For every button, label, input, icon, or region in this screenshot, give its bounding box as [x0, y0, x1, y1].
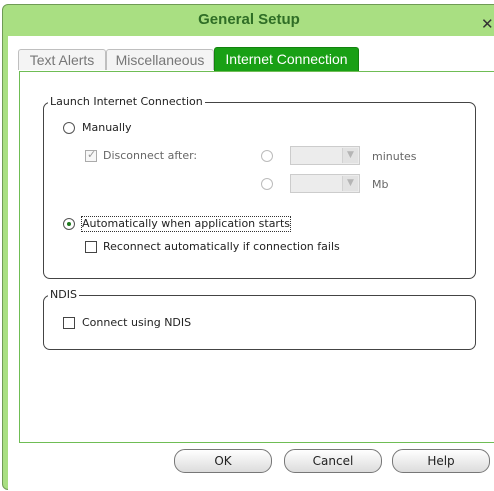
close-icon[interactable]: ✕ — [481, 14, 494, 34]
manually-radio[interactable] — [63, 122, 75, 134]
minutes-dropdown[interactable]: ▼ — [290, 146, 360, 165]
launch-connection-group: Launch Internet Connection Manually Disc… — [43, 95, 476, 279]
mb-radio[interactable] — [261, 178, 273, 190]
connect-ndis-label: Connect using NDIS — [82, 316, 192, 329]
mb-unit-label: Mb — [372, 178, 389, 191]
tab-text-alerts[interactable]: Text Alerts — [18, 49, 106, 70]
manually-label: Manually — [82, 121, 132, 134]
automatically-radio[interactable] — [63, 218, 75, 230]
launch-group-legend: Launch Internet Connection — [48, 95, 205, 109]
dialog-window: General Setup ✕ Text Alerts Miscellaneou… — [2, 4, 494, 491]
tab-panel: Launch Internet Connection Manually Disc… — [19, 71, 494, 443]
chevron-down-icon: ▼ — [342, 176, 358, 191]
ndis-group-legend: NDIS — [48, 288, 79, 302]
mb-dropdown[interactable]: ▼ — [290, 174, 360, 193]
dialog-title: General Setup — [198, 11, 300, 28]
tab-miscellaneous[interactable]: Miscellaneous — [106, 49, 214, 70]
disconnect-after-checkbox[interactable] — [85, 148, 97, 162]
disconnect-after-label: Disconnect after: — [103, 149, 198, 162]
automatically-label: Automatically when application starts — [80, 216, 292, 232]
dialog-body: Text Alerts Miscellaneous Internet Conne… — [8, 36, 494, 491]
minutes-radio[interactable] — [261, 150, 273, 162]
reconnect-label: Reconnect automatically if connection fa… — [103, 240, 340, 253]
cancel-button[interactable]: Cancel — [284, 449, 382, 473]
reconnect-checkbox[interactable] — [85, 241, 97, 253]
ndis-group: NDIS Connect using NDIS — [43, 288, 476, 350]
chevron-down-icon: ▼ — [342, 148, 358, 163]
tab-internet-connection[interactable]: Internet Connection — [214, 47, 359, 72]
minutes-unit-label: minutes — [372, 150, 417, 163]
connect-ndis-checkbox[interactable] — [63, 317, 75, 329]
help-button[interactable]: Help — [392, 449, 490, 473]
ok-button[interactable]: OK — [174, 449, 272, 473]
